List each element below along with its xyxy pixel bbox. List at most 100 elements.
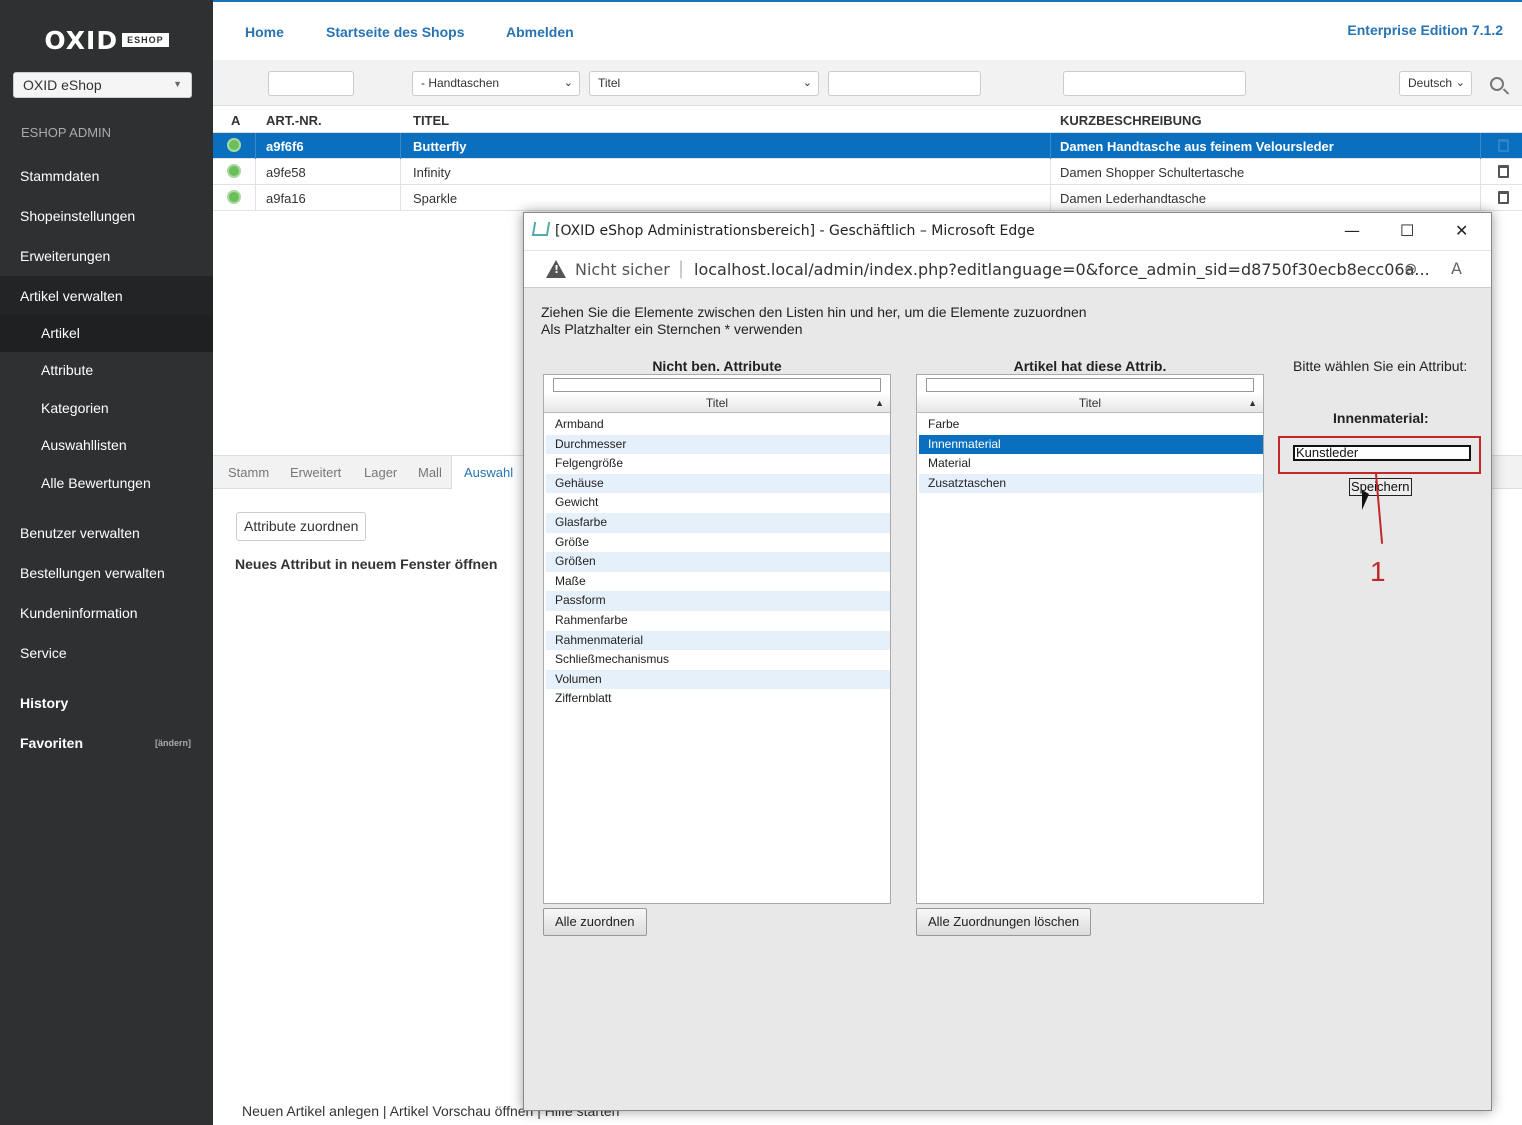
assigned-attributes-list[interactable]: Titel ▲ Farbe Innenmaterial Material Zus… xyxy=(916,374,1264,904)
unassigned-filter-input[interactable] xyxy=(553,378,881,392)
home-link[interactable]: Home xyxy=(245,24,284,40)
list-item[interactable]: Gehäuse xyxy=(546,473,890,494)
nav-favoriten[interactable]: Favoriten [ändern] xyxy=(0,723,213,763)
field-filter-select[interactable]: Titel ⌄ xyxy=(589,71,819,96)
category-filter-select[interactable]: - Handtaschen ⌄ xyxy=(412,71,580,96)
row-short-desc: Damen Handtasche aus feinem Veloursleder xyxy=(1060,139,1334,154)
minimize-icon[interactable]: — xyxy=(1344,221,1360,240)
not-secure-label[interactable]: Nicht sicher xyxy=(575,260,670,279)
trash-icon[interactable] xyxy=(1498,165,1509,178)
list-item[interactable]: Größen xyxy=(546,552,890,572)
nav-benutzer[interactable]: Benutzer verwalten xyxy=(0,513,213,553)
nav-kundeninformation[interactable]: Kundeninformation xyxy=(0,593,213,633)
nav-sub-attribute[interactable]: Attribute xyxy=(0,352,213,389)
nav-artikel-verwalten[interactable]: Artikel verwalten xyxy=(0,276,213,316)
list-item[interactable]: Glasfarbe xyxy=(546,513,890,533)
list-item[interactable]: Passform xyxy=(546,591,890,611)
instructions-line-1: Ziehen Sie die Elemente zwischen den Lis… xyxy=(541,304,1087,320)
artnum-filter-input[interactable] xyxy=(268,71,354,96)
address-bar: Nicht sicher | localhost.local/admin/ind… xyxy=(524,250,1491,288)
nav-history[interactable]: History xyxy=(0,683,213,723)
short-desc-filter-input[interactable] xyxy=(1063,71,1246,96)
assign-all-button[interactable]: Alle zuordnen xyxy=(543,908,647,936)
nav-sub-auswahllisten[interactable]: Auswahllisten xyxy=(0,427,213,464)
assign-attributes-button[interactable]: Attribute zuordnen xyxy=(236,512,367,541)
trash-icon[interactable] xyxy=(1498,191,1509,204)
list-item[interactable]: Rahmenmaterial xyxy=(546,630,890,651)
sidebar: OXID ESHOP OXID eShop ▼ ESHOP ADMIN Stam… xyxy=(0,0,213,1125)
remove-all-button[interactable]: Alle Zuordnungen löschen xyxy=(916,908,1092,936)
logout-link[interactable]: Abmelden xyxy=(506,24,574,40)
list-item-selected[interactable]: Innenmaterial xyxy=(919,434,1263,455)
table-row[interactable]: a9fe58 Infinity Damen Shopper Schulterta… xyxy=(213,159,1522,185)
close-icon[interactable]: ✕ xyxy=(1455,221,1468,240)
callout-number: 1 xyxy=(1370,556,1386,587)
tab-erweitert[interactable]: Erweitert xyxy=(290,465,341,480)
nav-shopeinstellungen[interactable]: Shopeinstellungen xyxy=(0,196,213,236)
nav-sub-artikel[interactable]: Artikel xyxy=(0,315,213,352)
zoom-icon[interactable]: ⊖ xyxy=(1404,259,1417,278)
section-label: ESHOP ADMIN xyxy=(21,125,112,140)
tab-lager[interactable]: Lager xyxy=(364,465,397,480)
divider: | xyxy=(678,258,685,279)
unassigned-attributes-list[interactable]: Titel ▲ Armband Durchmesser Felgengröße … xyxy=(543,374,891,904)
top-bar: Home Startseite des Shops Abmelden Enter… xyxy=(213,0,1522,60)
table-row[interactable]: a9f6f6 Butterfly Damen Handtasche aus fe… xyxy=(213,133,1522,159)
list-item[interactable]: Farbe xyxy=(919,415,1263,435)
unassigned-column-header[interactable]: Titel ▲ xyxy=(544,393,890,413)
favoriten-change-link[interactable]: [ändern] xyxy=(155,723,191,763)
nav-sub-kategorien[interactable]: Kategorien xyxy=(0,390,213,427)
list-item[interactable]: Gewicht xyxy=(546,493,890,513)
list-item[interactable]: Material xyxy=(919,454,1263,474)
row-artnum: a9fa16 xyxy=(266,191,306,206)
tab-auswahl[interactable]: Auswahl xyxy=(451,456,526,489)
list-item[interactable]: Durchmesser xyxy=(546,434,890,455)
active-status-icon xyxy=(227,138,241,152)
shop-select[interactable]: OXID eShop ▼ xyxy=(13,72,192,98)
row-artnum: a9fe58 xyxy=(266,165,306,180)
language-select[interactable]: Deutsch ⌄ xyxy=(1399,71,1472,96)
nav-bestellungen[interactable]: Bestellungen verwalten xyxy=(0,553,213,593)
assigned-title: Artikel hat diese Attrib. xyxy=(1013,358,1167,374)
url-text[interactable]: localhost.local/admin/index.php?editlang… xyxy=(694,260,1430,279)
tab-mall[interactable]: Mall xyxy=(418,465,442,480)
attribute-popup-window: [OXID eShop Administrationsbereich] - Ge… xyxy=(523,212,1492,1111)
assigned-filter-input[interactable] xyxy=(926,378,1254,392)
language-value: Deutsch xyxy=(1408,76,1453,90)
chevron-down-icon: ⌄ xyxy=(563,77,573,89)
read-aloud-icon[interactable]: A xyxy=(1451,259,1462,278)
list-item[interactable]: Schließmechanismus xyxy=(546,650,890,670)
nav-sub-bewertungen[interactable]: Alle Bewertungen xyxy=(0,465,213,502)
list-item[interactable]: Felgengröße xyxy=(546,454,890,474)
divider xyxy=(1480,133,1481,159)
shop-start-link[interactable]: Startseite des Shops xyxy=(326,24,465,40)
list-item[interactable]: Rahmenfarbe xyxy=(546,611,890,631)
col-short-desc[interactable]: KURZBESCHREIBUNG xyxy=(1060,113,1202,128)
list-item[interactable]: Größe xyxy=(546,533,890,553)
nav-stammdaten[interactable]: Stammdaten xyxy=(0,156,213,196)
assigned-column-header[interactable]: Titel ▲ xyxy=(917,393,1263,413)
tab-stamm[interactable]: Stamm xyxy=(228,465,269,480)
list-item[interactable]: Ziffernblatt xyxy=(546,689,890,709)
new-attribute-window-link[interactable]: Neues Attribut in neuem Fenster öffnen xyxy=(235,556,497,572)
nav-service[interactable]: Service xyxy=(0,633,213,673)
list-item[interactable]: Maße xyxy=(546,572,890,592)
save-button[interactable]: Speichern xyxy=(1349,478,1412,496)
shop-select-value: OXID eShop xyxy=(23,77,102,93)
attribute-value-input[interactable]: Kunstleder xyxy=(1293,445,1471,461)
oxid-logo[interactable]: OXID ESHOP xyxy=(0,0,213,80)
list-item[interactable]: Zusatztaschen xyxy=(919,473,1263,494)
maximize-icon[interactable]: ☐ xyxy=(1400,221,1414,240)
col-title[interactable]: TITEL xyxy=(413,113,449,128)
col-artnum[interactable]: ART.-NR. xyxy=(266,113,322,128)
nav-erweiterungen[interactable]: Erweiterungen xyxy=(0,236,213,276)
trash-icon[interactable] xyxy=(1498,139,1509,152)
search-icon[interactable] xyxy=(1490,77,1504,91)
title-filter-input[interactable] xyxy=(828,71,981,96)
table-row[interactable]: a9fa16 Sparkle Damen Lederhandtasche xyxy=(213,185,1522,211)
list-item[interactable]: Armband xyxy=(546,415,890,435)
window-titlebar: [OXID eShop Administrationsbereich] - Ge… xyxy=(524,213,1491,250)
col-active[interactable]: A xyxy=(231,113,240,128)
list-item[interactable]: Volumen xyxy=(546,669,890,690)
field-filter-value: Titel xyxy=(598,76,621,90)
